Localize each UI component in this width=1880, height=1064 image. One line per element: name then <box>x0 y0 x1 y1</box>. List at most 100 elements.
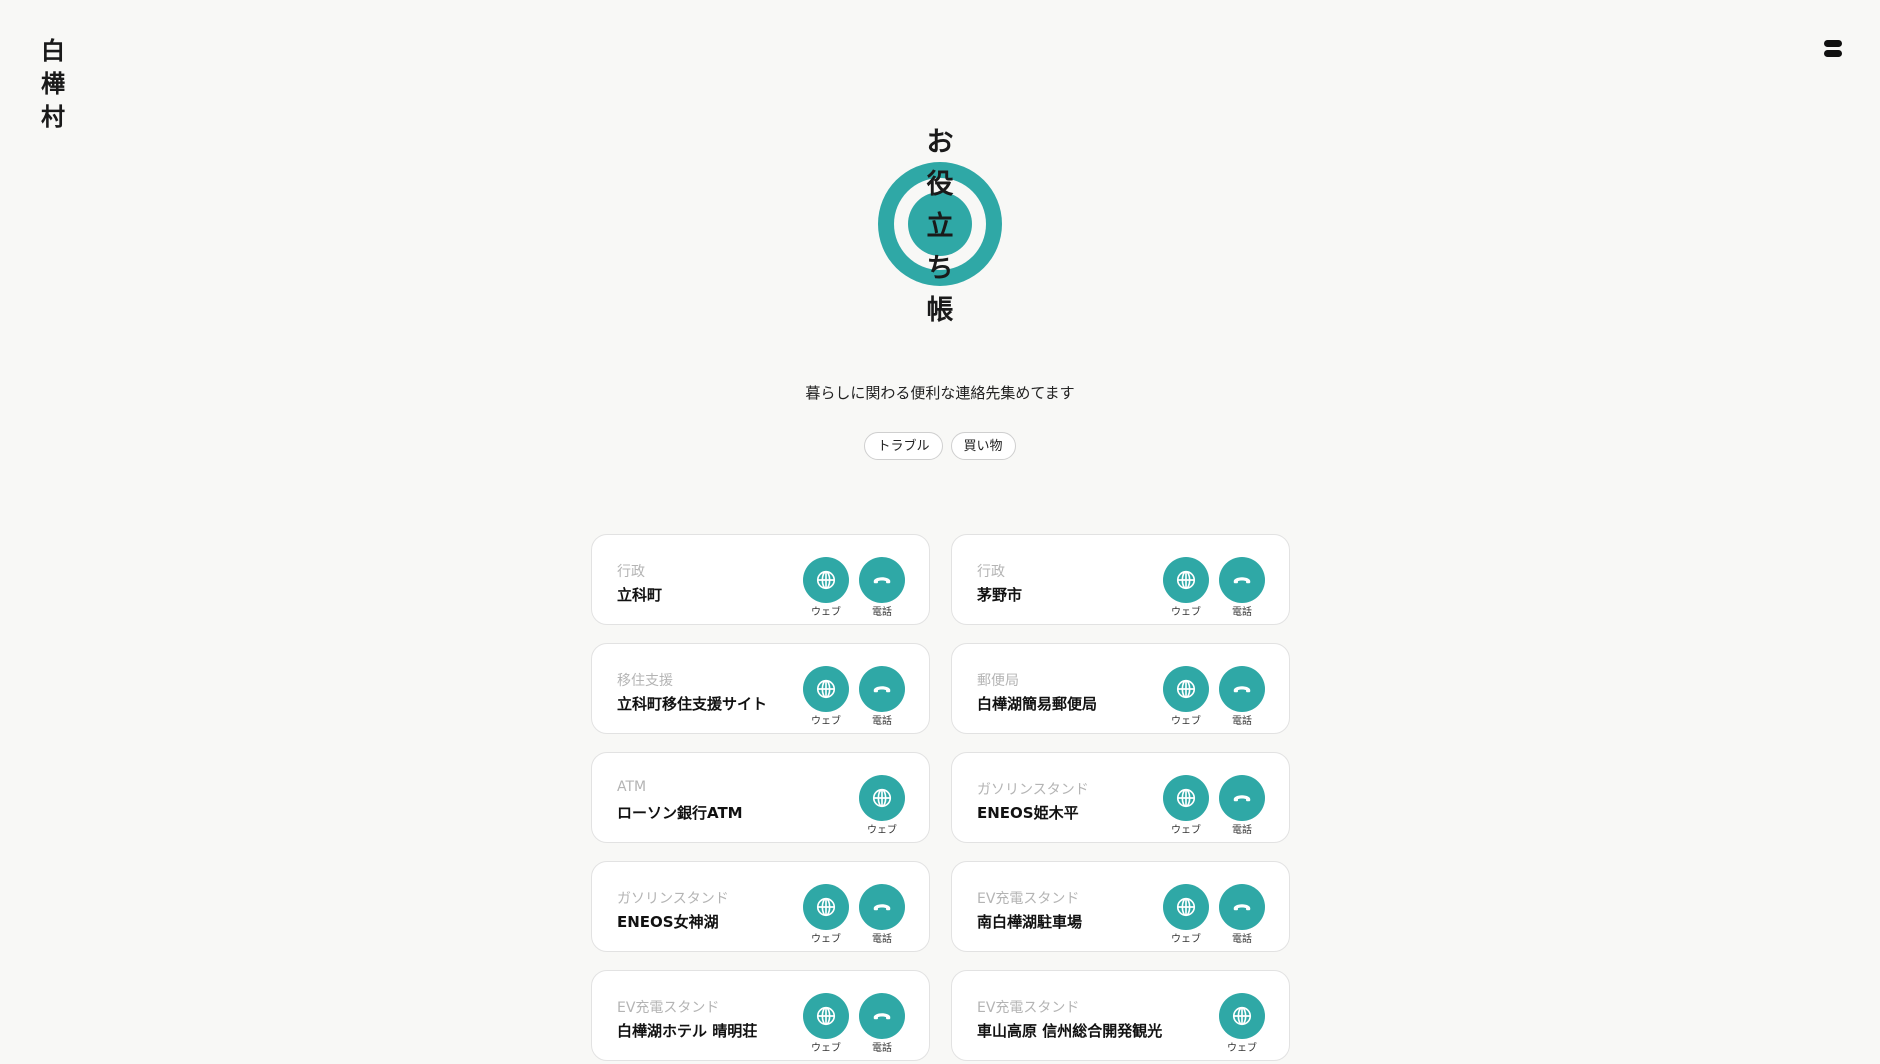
globe-icon <box>803 557 849 603</box>
web-button[interactable]: ウェブ <box>1163 557 1209 619</box>
phone-icon <box>1219 557 1265 603</box>
card-actions: ウェブ 電話 <box>1163 666 1265 728</box>
globe-icon <box>803 884 849 930</box>
phone-label: 電話 <box>872 934 892 945</box>
globe-icon <box>1163 666 1209 712</box>
card-actions: ウェブ 電話 <box>803 884 905 946</box>
phone-icon <box>859 993 905 1039</box>
phone-button[interactable]: 電話 <box>1219 557 1265 619</box>
card-name: ENEOS姫木平 <box>977 804 1079 822</box>
card-name: 立科町 <box>617 586 663 604</box>
web-button[interactable]: ウェブ <box>859 775 905 837</box>
phone-label: 電話 <box>872 1043 892 1054</box>
contact-card: EV充電スタンド 白樺湖ホテル 晴明荘 ウェブ 電話 <box>591 970 930 1061</box>
web-label: ウェブ <box>811 607 841 618</box>
phone-icon <box>859 666 905 712</box>
card-actions: ウェブ 電話 <box>1163 775 1265 837</box>
card-name: ローソン銀行ATM <box>617 804 743 822</box>
hero: お 役 立 ち 帳 <box>0 122 1880 332</box>
phone-button[interactable]: 電話 <box>859 666 905 728</box>
title-char: 役 <box>926 169 954 200</box>
phone-label: 電話 <box>1232 607 1252 618</box>
phone-button[interactable]: 電話 <box>859 993 905 1055</box>
card-actions: ウェブ <box>1219 993 1265 1055</box>
card-category: ガソリンスタンド <box>977 782 1089 798</box>
card-category: 行政 <box>977 564 1005 580</box>
card-name: 車山高原 信州総合開発観光 <box>977 1022 1163 1040</box>
filter-chip-shopping[interactable]: 買い物 <box>950 432 1016 460</box>
card-category: EV充電スタンド <box>617 1000 720 1016</box>
filter-chip-trouble[interactable]: トラブル <box>864 432 943 460</box>
card-category: 行政 <box>617 564 645 580</box>
web-button[interactable]: ウェブ <box>803 666 849 728</box>
phone-button[interactable]: 電話 <box>1219 884 1265 946</box>
web-button[interactable]: ウェブ <box>803 993 849 1055</box>
card-actions: ウェブ 電話 <box>803 666 905 728</box>
title-char: お <box>926 127 954 158</box>
web-label: ウェブ <box>1171 934 1201 945</box>
phone-button[interactable]: 電話 <box>859 557 905 619</box>
web-label: ウェブ <box>811 1043 841 1054</box>
web-button[interactable]: ウェブ <box>1163 884 1209 946</box>
contact-card: ガソリンスタンド ENEOS女神湖 ウェブ 電話 <box>591 861 930 952</box>
globe-icon <box>1163 775 1209 821</box>
card-actions: ウェブ 電話 <box>1163 884 1265 946</box>
globe-icon <box>803 666 849 712</box>
title-char: 立 <box>926 211 954 242</box>
web-label: ウェブ <box>1171 607 1201 618</box>
filter-chips: トラブル 買い物 <box>0 432 1880 460</box>
web-button[interactable]: ウェブ <box>803 884 849 946</box>
contact-card: ガソリンスタンド ENEOS姫木平 ウェブ 電話 <box>951 752 1290 843</box>
contact-card: 郵便局 白樺湖簡易郵便局 ウェブ 電話 <box>951 643 1290 734</box>
web-button[interactable]: ウェブ <box>1163 666 1209 728</box>
globe-icon <box>1219 993 1265 1039</box>
phone-button[interactable]: 電話 <box>1219 775 1265 837</box>
phone-label: 電話 <box>872 607 892 618</box>
card-actions: ウェブ 電話 <box>1163 557 1265 619</box>
phone-icon <box>1219 884 1265 930</box>
card-category: ガソリンスタンド <box>617 891 729 907</box>
contact-card: 移住支援 立科町移住支援サイト ウェブ 電話 <box>591 643 930 734</box>
phone-button[interactable]: 電話 <box>859 884 905 946</box>
card-actions: ウェブ 電話 <box>803 557 905 619</box>
web-button[interactable]: ウェブ <box>803 557 849 619</box>
web-label: ウェブ <box>867 825 897 836</box>
menu-icon[interactable] <box>1824 38 1842 58</box>
card-name: 白樺湖ホテル 晴明荘 <box>617 1022 758 1040</box>
contact-card: 行政 立科町 ウェブ 電話 <box>591 534 930 625</box>
card-name: 立科町移住支援サイト <box>617 695 768 713</box>
phone-label: 電話 <box>1232 825 1252 836</box>
brand-char: 白 <box>41 37 65 65</box>
site-logo[interactable]: 白 樺 村 <box>38 36 68 132</box>
phone-icon <box>1219 775 1265 821</box>
card-category: ATM <box>617 779 647 795</box>
contact-card: EV充電スタンド 車山高原 信州総合開発観光 ウェブ <box>951 970 1290 1061</box>
page: 白 樺 村 お 役 立 ち 帳 暮らしに関わる便利な連絡先集めてます トラブル … <box>0 0 1880 1064</box>
brand-char: 樺 <box>41 70 65 98</box>
title-char: ち <box>926 253 954 284</box>
phone-icon <box>1219 666 1265 712</box>
card-category: 郵便局 <box>977 673 1019 689</box>
card-name: 茅野市 <box>977 586 1023 604</box>
globe-icon <box>1163 884 1209 930</box>
phone-label: 電話 <box>872 716 892 727</box>
web-button[interactable]: ウェブ <box>1163 775 1209 837</box>
web-label: ウェブ <box>1171 825 1201 836</box>
card-name: ENEOS女神湖 <box>617 913 719 931</box>
title-char: 帳 <box>926 295 954 326</box>
globe-icon <box>859 775 905 821</box>
phone-label: 電話 <box>1232 934 1252 945</box>
card-actions: ウェブ 電話 <box>803 993 905 1055</box>
card-name: 白樺湖簡易郵便局 <box>977 695 1098 713</box>
web-button[interactable]: ウェブ <box>1219 993 1265 1055</box>
globe-icon <box>803 993 849 1039</box>
contact-card: ATM ローソン銀行ATM ウェブ <box>591 752 930 843</box>
phone-icon <box>859 884 905 930</box>
web-label: ウェブ <box>811 934 841 945</box>
card-actions: ウェブ <box>859 775 905 837</box>
card-category: EV充電スタンド <box>977 1000 1080 1016</box>
contact-card: 行政 茅野市 ウェブ 電話 <box>951 534 1290 625</box>
phone-button[interactable]: 電話 <box>1219 666 1265 728</box>
card-category: 移住支援 <box>617 673 673 689</box>
globe-icon <box>1163 557 1209 603</box>
